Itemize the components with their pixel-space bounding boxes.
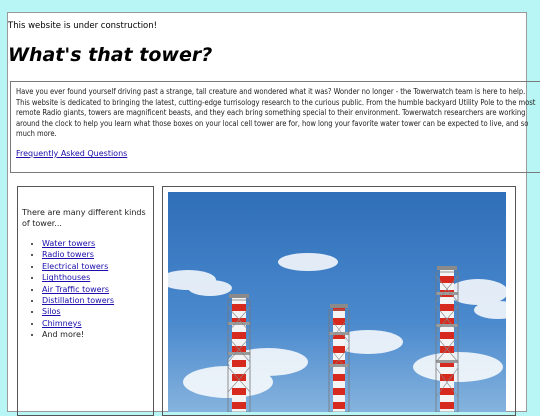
intro-paragraph: Have you ever found yourself driving pas… — [16, 87, 536, 139]
electrical-towers-link[interactable]: Electrical towers — [42, 262, 108, 271]
intro-panel: Have you ever found yourself driving pas… — [10, 81, 540, 173]
water-towers-link[interactable]: Water towers — [42, 239, 95, 248]
page-title: What's that tower? — [8, 44, 213, 66]
distillation-towers-link[interactable]: Distillation towers — [42, 296, 114, 305]
tower-kinds-panel: There are many different kinds of tower.… — [17, 186, 154, 416]
list-item: Air Traffic towers — [42, 284, 149, 295]
list-item: Distillation towers — [42, 295, 149, 306]
radio-towers-link[interactable]: Radio towers — [42, 250, 94, 259]
list-item: Electrical towers — [42, 261, 149, 272]
silos-link[interactable]: Silos — [42, 307, 61, 316]
photo-panel — [162, 186, 516, 416]
list-item-more: And more! — [42, 329, 149, 340]
list-item: Lighthouses — [42, 272, 149, 283]
chimney-towers-photo — [168, 192, 506, 412]
tower-kinds-heading: There are many different kinds of tower.… — [22, 208, 146, 228]
tower-kinds-list: Water towers Radio towers Electrical tow… — [22, 238, 149, 341]
list-item: Silos — [42, 306, 149, 317]
lighthouses-link[interactable]: Lighthouses — [42, 273, 90, 282]
air-traffic-towers-link[interactable]: Air Traffic towers — [42, 285, 109, 294]
chimneys-link[interactable]: Chimneys — [42, 319, 82, 328]
construction-notice: This website is under construction! — [8, 21, 158, 31]
list-item: Radio towers — [42, 249, 149, 260]
list-item: Chimneys — [42, 318, 149, 329]
faq-link[interactable]: Frequently Asked Questions — [16, 149, 127, 158]
list-item: Water towers — [42, 238, 149, 249]
